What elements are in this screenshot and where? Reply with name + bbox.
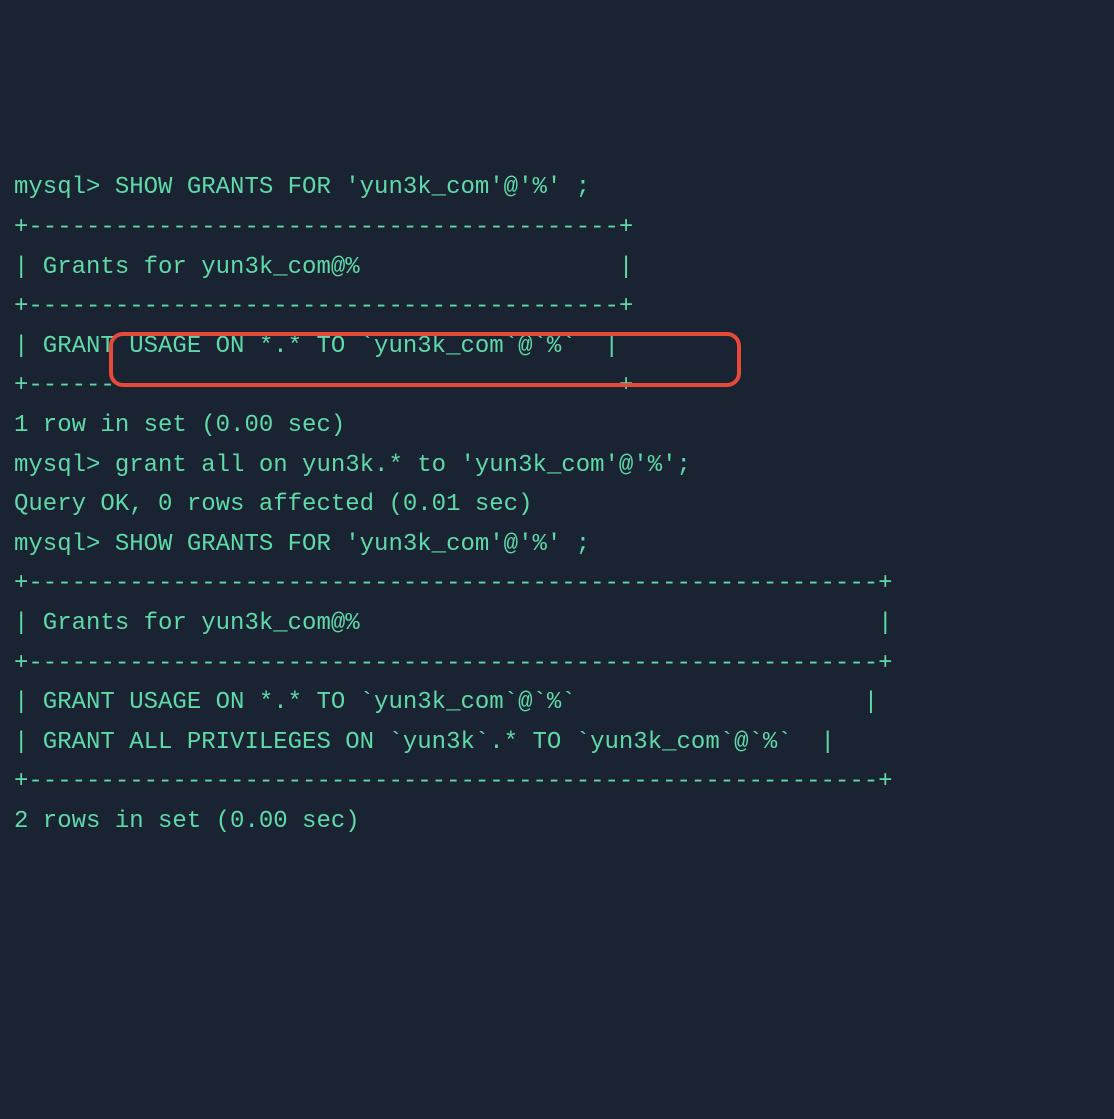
terminal-output: mysql> SHOW GRANTS FOR 'yun3k_com'@'%' ;… [14, 168, 1100, 841]
terminal-line: mysql> SHOW GRANTS FOR 'yun3k_com'@'%' ; [14, 168, 1100, 208]
terminal-line: Query OK, 0 rows affected (0.01 sec) [14, 485, 1100, 525]
terminal-line: mysql> grant all on yun3k.* to 'yun3k_co… [14, 446, 1100, 486]
terminal-line: | Grants for yun3k_com@% | [14, 604, 1100, 644]
terminal-line: +---------------------------------------… [14, 644, 1100, 684]
terminal-line: | GRANT USAGE ON *.* TO `yun3k_com`@`%` … [14, 327, 1100, 367]
terminal-line: | GRANT USAGE ON *.* TO `yun3k_com`@`%` … [14, 683, 1100, 723]
terminal-line: +---------------------------------------… [14, 762, 1100, 802]
terminal-line: | GRANT ALL PRIVILEGES ON `yun3k`.* TO `… [14, 723, 1100, 763]
terminal-line: +---------------------------------------… [14, 208, 1100, 248]
terminal-line: mysql> SHOW GRANTS FOR 'yun3k_com'@'%' ; [14, 525, 1100, 565]
terminal-line: +---------------------------------------… [14, 366, 1100, 406]
terminal-line: 1 row in set (0.00 sec) [14, 406, 1100, 446]
terminal-line: 2 rows in set (0.00 sec) [14, 802, 1100, 842]
terminal-line: +---------------------------------------… [14, 287, 1100, 327]
terminal-line: +---------------------------------------… [14, 564, 1100, 604]
terminal-line: | Grants for yun3k_com@% | [14, 248, 1100, 288]
